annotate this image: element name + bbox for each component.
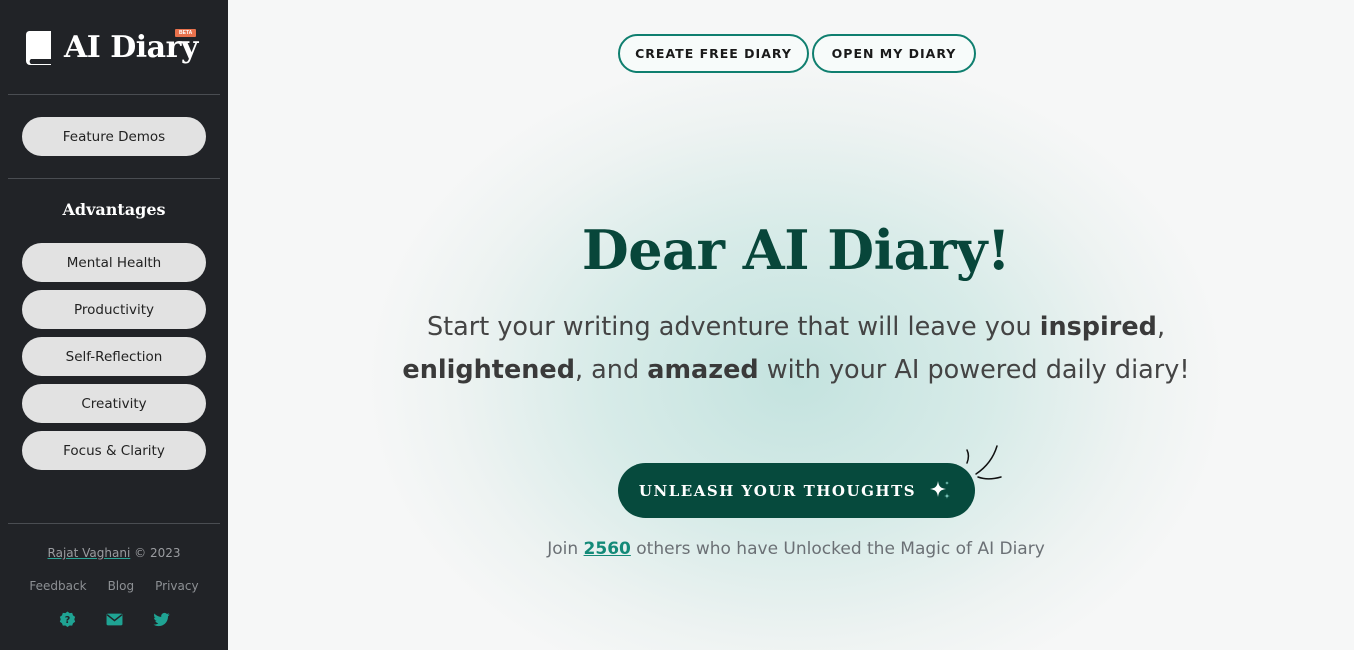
sparkle-icon — [930, 480, 951, 499]
divider — [8, 523, 220, 524]
flourish-decoration — [966, 445, 1002, 480]
help-icon[interactable]: ? — [59, 611, 76, 628]
join-suffix: others who have Unlocked the Magic of AI… — [630, 539, 1045, 559]
join-prefix: Join — [547, 539, 584, 559]
hero-sub-bold: inspired — [1039, 312, 1157, 342]
main-content: CREATE FREE DIARY OPEN MY DIARY Dear AI … — [228, 0, 1354, 650]
twitter-icon[interactable] — [153, 611, 170, 628]
user-count-link[interactable]: 2560 — [584, 539, 631, 559]
divider — [8, 178, 220, 179]
footer-links: Feedback Blog Privacy — [0, 579, 228, 593]
author-link[interactable]: Rajat Vaghani — [48, 546, 131, 560]
book-icon — [25, 31, 51, 65]
hero-sub-bold: enlightened — [402, 355, 575, 385]
brand-logo[interactable]: AI Diary BETA — [25, 26, 198, 68]
hero-sub-text: Start your writing adventure that will l… — [426, 312, 1040, 342]
email-icon[interactable] — [106, 611, 123, 628]
divider — [8, 94, 220, 95]
sidebar: AI Diary BETA Feature Demos Advantages M… — [0, 0, 228, 650]
hero-title: Dear AI Diary! — [581, 218, 1011, 282]
advantage-focus-clarity-button[interactable]: Focus & Clarity — [22, 431, 206, 470]
feature-demos-button[interactable]: Feature Demos — [22, 117, 206, 156]
hero-sub-text: , — [1156, 312, 1166, 342]
create-free-diary-button[interactable]: CREATE FREE DIARY — [618, 34, 809, 73]
social-links: ? — [0, 611, 228, 628]
privacy-link[interactable]: Privacy — [155, 579, 198, 593]
hero-sub-bold: amazed — [647, 355, 759, 385]
copyright-year: © 2023 — [134, 546, 181, 560]
blog-link[interactable]: Blog — [108, 579, 135, 593]
beta-badge: BETA — [175, 29, 197, 37]
feedback-link[interactable]: Feedback — [29, 579, 86, 593]
unleash-thoughts-button[interactable]: UNLEASH YOUR THOUGHTS — [618, 463, 975, 518]
open-my-diary-button[interactable]: OPEN MY DIARY — [812, 34, 976, 73]
advantage-creativity-button[interactable]: Creativity — [22, 384, 206, 423]
advantage-productivity-button[interactable]: Productivity — [22, 290, 206, 329]
advantage-self-reflection-button[interactable]: Self-Reflection — [22, 337, 206, 376]
copyright: Rajat Vaghani © 2023 — [0, 546, 228, 560]
join-text: Join 2560 others who have Unlocked the M… — [228, 539, 1354, 559]
cta-label: UNLEASH YOUR THOUGHTS — [638, 481, 917, 500]
hero-subtitle: Start your writing adventure that will l… — [228, 306, 1354, 392]
hero-sub-text: with your AI powered daily diary! — [758, 355, 1190, 385]
advantage-mental-health-button[interactable]: Mental Health — [22, 243, 206, 282]
advantages-heading: Advantages — [62, 200, 166, 219]
hero-sub-text: , and — [574, 355, 648, 385]
svg-text:?: ? — [64, 615, 70, 626]
